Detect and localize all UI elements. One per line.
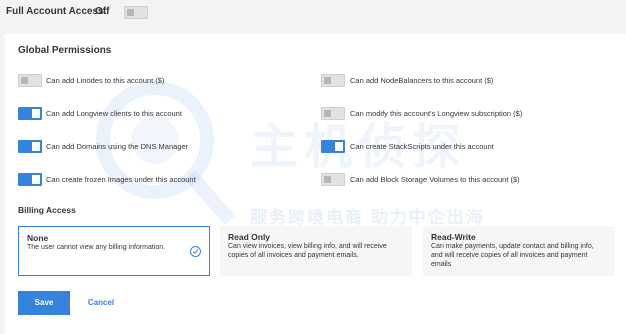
perm-toggle-linodes[interactable] [18, 74, 42, 87]
billing-option-read-write[interactable]: Read-Write Can make payments, update con… [423, 226, 615, 276]
check-circle-icon [190, 246, 201, 257]
perm-toggle-nodebalancers[interactable] [321, 74, 345, 87]
billing-access-title: Billing Access [18, 205, 76, 215]
perm-toggle-longview-subscription[interactable] [321, 107, 345, 120]
perm-label-domains: Can add Domains using the DNS Manager [46, 142, 189, 151]
billing-option-description: Can make payments, update contact and bi… [431, 243, 594, 268]
billing-option-read-only[interactable]: Read Only Can view invoices, view billin… [220, 226, 412, 276]
perm-toggle-longview-clients[interactable] [18, 107, 42, 120]
billing-option-title: Read Only [228, 232, 271, 242]
perm-label-stackscripts: Can create StackScripts under this accou… [350, 142, 494, 151]
perm-toggle-frozen-images[interactable] [18, 173, 42, 186]
perm-toggle-stackscripts[interactable] [321, 140, 345, 153]
watermark-subtext: 服务跨境电商 助力中企出海 [250, 208, 485, 227]
billing-option-description: Can view invoices, view billing info, an… [228, 243, 387, 259]
perm-label-longview-clients: Can add Longview clients to this account [46, 109, 182, 118]
billing-option-title: Read-Write [431, 232, 476, 242]
billing-option-title: None [27, 233, 49, 243]
save-button[interactable]: Save [18, 291, 70, 315]
global-permissions-title: Global Permissions [18, 45, 112, 56]
perm-label-nodebalancers: Can add NodeBalancers to this account ($… [350, 76, 494, 85]
billing-option-description: The user cannot view any billing informa… [27, 244, 166, 251]
billing-option-none[interactable]: None The user cannot view any billing in… [18, 226, 210, 276]
full-access-label: Full Account Access: [6, 6, 107, 17]
full-access-state: Off [95, 6, 110, 17]
full-access-bar: Full Account Access: Off [0, 0, 626, 26]
perm-label-frozen-images: Can create frozen Images under this acco… [46, 175, 196, 184]
perm-toggle-block-storage[interactable] [321, 173, 345, 186]
perm-toggle-domains[interactable] [18, 140, 42, 153]
perm-label-linodes: Can add Linodes to this account ($) [46, 76, 165, 85]
full-access-toggle[interactable] [124, 6, 148, 19]
cancel-button[interactable]: Cancel [82, 291, 120, 315]
perm-label-block-storage: Can add Block Storage Volumes to this ac… [350, 175, 520, 184]
perm-label-longview-subscription: Can modify this account's Longview subsc… [350, 109, 523, 118]
